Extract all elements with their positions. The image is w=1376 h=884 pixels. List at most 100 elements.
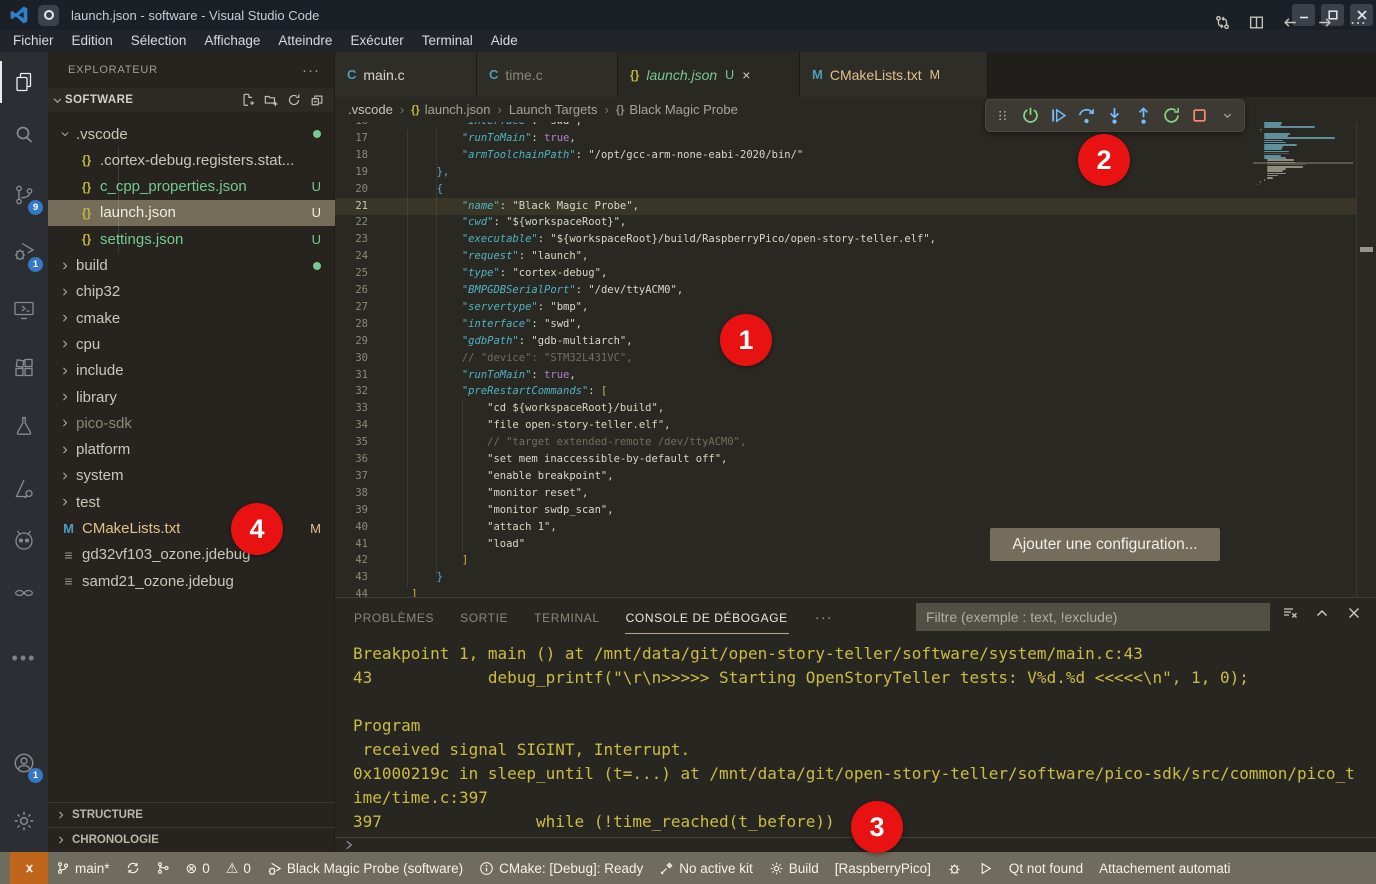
tree-folder-platform[interactable]: platform (48, 437, 335, 463)
status-build[interactable]: Build (761, 852, 827, 884)
tree-file-samd21-ozone-jdebug[interactable]: ≡samd21_ozone.jdebug (48, 568, 335, 594)
status-bug[interactable] (939, 852, 970, 884)
split-editor-icon[interactable] (1248, 14, 1265, 31)
status-no-active-kit[interactable]: No active kit (651, 852, 761, 884)
status-qt-not-found[interactable]: Qt not found (1001, 852, 1091, 884)
tree-folder-cmake[interactable]: cmake (48, 305, 335, 331)
new-file-icon[interactable] (241, 93, 255, 107)
activity-explorer[interactable] (0, 59, 48, 105)
status-attachement-automati[interactable]: Attachement automati (1091, 852, 1238, 884)
power-icon[interactable] (1021, 106, 1040, 126)
new-folder-icon[interactable] (264, 93, 278, 107)
project-section-header[interactable]: SOFTWARE (48, 88, 334, 112)
arrow-right-icon[interactable] (1316, 14, 1333, 31)
breadcrumb-item[interactable]: Black Magic Probe (629, 102, 737, 117)
tree-folder-system[interactable]: system (48, 463, 335, 489)
tree-folder-library[interactable]: library (48, 384, 335, 410)
chevron-up-icon[interactable] (1314, 605, 1330, 621)
clear-console-icon[interactable] (1282, 605, 1298, 621)
tree-folder--vscode[interactable]: .vscode (48, 121, 335, 147)
activity-more[interactable]: ••• (0, 635, 48, 681)
breadcrumb-item[interactable]: launch.json (425, 102, 491, 117)
status-0[interactable]: ⚠0 (218, 852, 259, 884)
status-black-magic-probe-software-[interactable]: Black Magic Probe (software) (259, 852, 471, 884)
status-git-merge[interactable] (148, 852, 178, 884)
collapse-all-icon[interactable] (310, 93, 324, 107)
tree-file-c-cpp-properties-json[interactable]: {}c_cpp_properties.jsonU (48, 174, 335, 200)
menu-affichage[interactable]: Affichage (195, 30, 269, 52)
arrow-left-icon[interactable] (1282, 14, 1299, 31)
activity-platformio[interactable] (0, 517, 48, 563)
panel-tab-terminal[interactable]: TERMINAL (533, 601, 600, 633)
more-actions-icon[interactable]: ⋯ (1350, 13, 1366, 33)
activity-search[interactable] (0, 112, 48, 158)
tree-file-gd32vf103-ozone-jdebug[interactable]: ≡gd32vf103_ozone.jdebug (48, 542, 335, 568)
status-0[interactable]: ⊗0 (178, 852, 218, 884)
tree-folder-test[interactable]: test (48, 489, 335, 515)
breadcrumb-item[interactable]: .vscode (348, 102, 393, 117)
status-main-[interactable]: main* (48, 852, 118, 884)
tree-file-launch-json[interactable]: {}launch.jsonU (48, 200, 335, 226)
tree-file-settings-json[interactable]: {}settings.jsonU (48, 226, 335, 252)
tree-folder-chip32[interactable]: chip32 (48, 279, 335, 305)
activity-remote-explorer[interactable] (0, 287, 48, 333)
tab-launch-json[interactable]: {}launch.jsonU× (618, 52, 800, 97)
breadcrumb-item[interactable]: Launch Targets (509, 102, 598, 117)
compare-icon[interactable] (1214, 14, 1231, 31)
step-into-icon[interactable] (1105, 106, 1124, 126)
tab-main-c[interactable]: Cmain.c (335, 52, 477, 97)
menu-atteindre[interactable]: Atteindre (269, 30, 341, 52)
tab-label: main.c (363, 67, 404, 83)
activity-extensions[interactable] (0, 345, 48, 391)
close-tab-icon[interactable]: × (742, 67, 750, 83)
status-cmake-debug-ready[interactable]: CMake: [Debug]: Ready (471, 852, 651, 884)
chevron-down-icon[interactable] (1218, 106, 1237, 126)
panel-more-icon[interactable]: ··· (815, 609, 833, 626)
section-structure[interactable]: STRUCTURE (48, 802, 335, 827)
panel-tab-probl-mes[interactable]: PROBLÈMES (353, 601, 435, 633)
tree-folder-build[interactable]: build (48, 253, 335, 279)
code-editor[interactable]: 16 "interface": "swd",17 "runToMain": tr… (335, 122, 1356, 597)
panel-tab-console-de-d-bogage[interactable]: CONSOLE DE DÉBOGAGE (625, 601, 789, 634)
step-over-icon[interactable] (1077, 106, 1096, 126)
minimap[interactable] (1253, 122, 1353, 597)
activity-testing[interactable] (0, 403, 48, 449)
status--raspberrypico-[interactable]: [RaspberryPico] (827, 852, 939, 884)
activity-source-control[interactable]: 9 (0, 172, 48, 218)
close-icon[interactable] (1346, 605, 1362, 621)
menu-aide[interactable]: Aide (482, 30, 527, 52)
activity-settings[interactable] (0, 798, 48, 844)
add-configuration-button[interactable]: Ajouter une configuration... (990, 528, 1220, 561)
menu-edition[interactable]: Edition (63, 30, 122, 52)
tree-folder-cpu[interactable]: cpu (48, 331, 335, 357)
menu-terminal[interactable]: Terminal (413, 30, 482, 52)
tree-folder-include[interactable]: include (48, 358, 335, 384)
section-chronologie[interactable]: CHRONOLOGIE (48, 827, 335, 852)
tree-folder-pico-sdk[interactable]: pico-sdk (48, 410, 335, 436)
activity-run-and-debug[interactable]: 1 (0, 229, 48, 275)
tab-time-c[interactable]: Ctime.c (477, 52, 618, 97)
refresh-icon[interactable] (287, 93, 301, 107)
activity-cmake[interactable] (0, 466, 48, 512)
console-filter-input[interactable] (916, 603, 1270, 631)
status-remote[interactable] (10, 852, 48, 884)
activity-accounts[interactable]: 1 (0, 740, 48, 786)
minimap-line (1264, 137, 1335, 139)
menu-fichier[interactable]: Fichier (4, 30, 63, 52)
status-play[interactable] (970, 852, 1001, 884)
stop-icon[interactable] (1190, 106, 1209, 126)
step-out-icon[interactable] (1134, 106, 1153, 126)
editor-scrollbar[interactable] (1356, 122, 1376, 597)
tree-file--cortex-debug-registers-stat-[interactable]: {}.cortex-debug.registers.stat... (48, 147, 335, 173)
tab-cmakelists-txt[interactable]: MCMakeLists.txtM (800, 52, 988, 97)
menu-exécuter[interactable]: Exécuter (341, 30, 412, 52)
tree-file-cmakelists-txt[interactable]: MCMakeLists.txtM (48, 516, 335, 542)
status-sync[interactable] (118, 852, 148, 884)
token: : (531, 132, 544, 144)
sidebar-more-icon[interactable]: ··· (302, 62, 320, 79)
panel-tab-sortie[interactable]: SORTIE (459, 601, 509, 633)
activity-visual-studio[interactable] (0, 570, 48, 616)
continue-icon[interactable] (1049, 106, 1068, 126)
restart-icon[interactable] (1162, 106, 1181, 126)
menu-sélection[interactable]: Sélection (122, 30, 196, 52)
